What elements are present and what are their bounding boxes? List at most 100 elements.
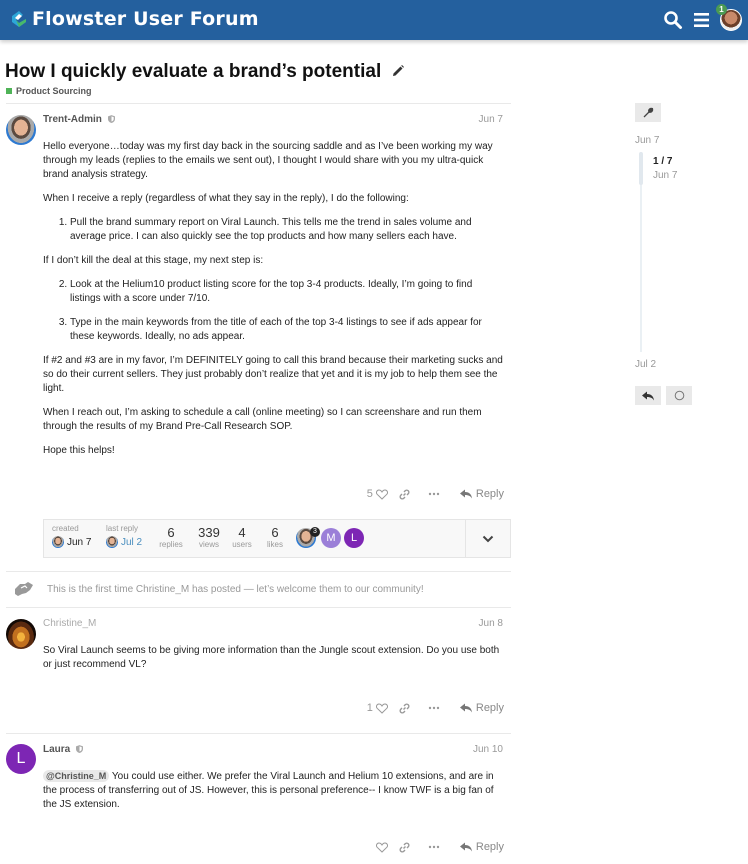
post-date[interactable]: Jun 7	[479, 114, 503, 125]
notification-badge[interactable]: 1	[716, 4, 727, 15]
reply-arrow-icon	[459, 489, 472, 499]
stat-number: 339	[198, 525, 220, 540]
more-actions-button[interactable]	[420, 706, 448, 710]
post-actions: Reply	[358, 839, 504, 855]
post-actions: 1 Reply	[358, 700, 504, 716]
participant-avatar[interactable]: L	[344, 528, 364, 548]
created-label: created	[52, 524, 79, 533]
share-link-button[interactable]	[390, 489, 420, 500]
stat-users: 4 users	[229, 525, 255, 549]
share-link-button[interactable]	[390, 842, 420, 853]
author-name[interactable]: Trent-Admin	[43, 114, 102, 125]
created-info: created Jun 7	[52, 524, 91, 548]
heart-icon	[375, 702, 388, 714]
stat-label: views	[198, 540, 219, 549]
post-paragraph: So Viral Launch seems to be giving more …	[43, 645, 500, 670]
timeline-position-date: Jun 7	[653, 170, 678, 181]
handshake-icon	[15, 582, 33, 596]
timeline-handle[interactable]	[639, 152, 643, 185]
like-count[interactable]: 1	[367, 702, 373, 714]
steps-list: Pull the brand summary report on Viral L…	[70, 216, 505, 244]
stat-label: likes	[266, 540, 283, 549]
search-icon[interactable]	[663, 10, 683, 30]
expand-topic-map-button[interactable]	[465, 520, 510, 557]
post-author[interactable]: Laura	[43, 744, 84, 755]
participant-post-count: 3	[310, 527, 320, 537]
mini-avatar	[52, 536, 64, 548]
post-date[interactable]: Jun 10	[473, 744, 503, 755]
post-paragraph: Hope this helps!	[43, 445, 115, 456]
heart-icon	[375, 488, 388, 500]
post-paragraph: @Christine_M You could use either. We pr…	[43, 769, 505, 812]
post-body: So Viral Launch seems to be giving more …	[43, 644, 505, 682]
last-reply-date-text[interactable]: Jul 2	[121, 537, 142, 548]
heart-icon	[375, 841, 388, 853]
topic-map: created Jun 7 last reply Jul 2 6 replies…	[43, 519, 511, 558]
created-date[interactable]: Jun 7	[52, 536, 91, 548]
hamburger-menu-icon[interactable]	[692, 10, 712, 30]
topic-title: How I quickly evaluate a brand’s potenti…	[5, 61, 405, 83]
post-paragraph: When I receive a reply (regardless of wh…	[43, 193, 409, 204]
post-paragraph: If I don’t kill the deal at this stage, …	[43, 255, 264, 266]
timeline-end-date[interactable]: Jul 2	[635, 359, 656, 370]
ellipsis-icon	[428, 492, 440, 496]
user-mention[interactable]: @Christine_M	[43, 770, 110, 782]
reply-button[interactable]: Reply	[459, 841, 504, 853]
link-icon	[399, 489, 410, 499]
stat-views: 339 views	[196, 525, 222, 549]
reply-arrow-icon	[459, 842, 472, 852]
link-icon	[399, 842, 410, 852]
participant-avatar[interactable]: M	[321, 528, 341, 548]
stat-number: 6	[271, 525, 279, 540]
chevron-down-icon	[482, 535, 494, 542]
flowster-logo-icon[interactable]	[9, 9, 29, 29]
shield-icon	[107, 115, 115, 123]
avatar-trent-admin[interactable]	[6, 115, 36, 145]
list-item: Type in the main keywords from the title…	[70, 316, 505, 344]
like-button[interactable]: 5	[358, 488, 388, 500]
circle-icon	[674, 390, 684, 401]
post-paragraph: If #2 and #3 are in my favor, I’m DEFINI…	[43, 355, 503, 394]
stat-replies: 6 replies	[158, 525, 184, 549]
ellipsis-icon	[428, 845, 440, 849]
last-reply-label: last reply	[106, 524, 139, 533]
admin-wrench-button[interactable]	[635, 103, 661, 122]
author-name[interactable]: Laura	[43, 744, 70, 755]
reply-arrow-icon	[642, 391, 654, 400]
timeline-reply-button[interactable]	[635, 386, 661, 405]
timeline-start-date[interactable]: Jun 7	[635, 135, 659, 146]
avatar-laura[interactable]: L	[6, 744, 36, 774]
edit-pencil-icon[interactable]	[391, 64, 405, 78]
more-actions-button[interactable]	[420, 492, 448, 496]
created-date-text[interactable]: Jun 7	[67, 537, 91, 548]
avatar-christine-m[interactable]	[6, 619, 36, 649]
reply-label[interactable]: Reply	[476, 488, 504, 500]
list-item: Pull the brand summary report on Viral L…	[70, 216, 505, 244]
post-author[interactable]: Christine_M	[43, 618, 96, 629]
post-author[interactable]: Trent-Admin	[43, 114, 115, 125]
reply-label[interactable]: Reply	[476, 702, 504, 714]
category-name: Product Sourcing	[16, 86, 92, 96]
last-reply-date[interactable]: Jul 2	[106, 536, 142, 548]
wrench-icon	[643, 107, 653, 118]
category-color-swatch	[6, 88, 12, 94]
post-date[interactable]: Jun 8	[479, 618, 503, 629]
like-count[interactable]: 5	[367, 488, 373, 500]
divider	[6, 733, 511, 734]
reply-button[interactable]: Reply	[459, 488, 504, 500]
like-button[interactable]: 1	[358, 702, 388, 714]
site-title[interactable]: Flowster User Forum	[32, 8, 259, 30]
first-post-notice: This is the first time Christine_M has p…	[47, 584, 424, 595]
stat-number: 4	[238, 525, 246, 540]
post-body: Hello everyone…today was my first day ba…	[43, 140, 505, 468]
reply-button[interactable]: Reply	[459, 702, 504, 714]
category-badge[interactable]: Product Sourcing	[6, 86, 92, 96]
more-actions-button[interactable]	[420, 845, 448, 849]
notification-tracking-button[interactable]	[666, 386, 692, 405]
like-button[interactable]	[358, 841, 388, 853]
stat-number: 6	[167, 525, 175, 540]
share-link-button[interactable]	[390, 703, 420, 714]
stat-likes: 6 likes	[262, 525, 288, 549]
reply-label[interactable]: Reply	[476, 841, 504, 853]
post-text: You could use either. We prefer the Vira…	[43, 771, 494, 810]
